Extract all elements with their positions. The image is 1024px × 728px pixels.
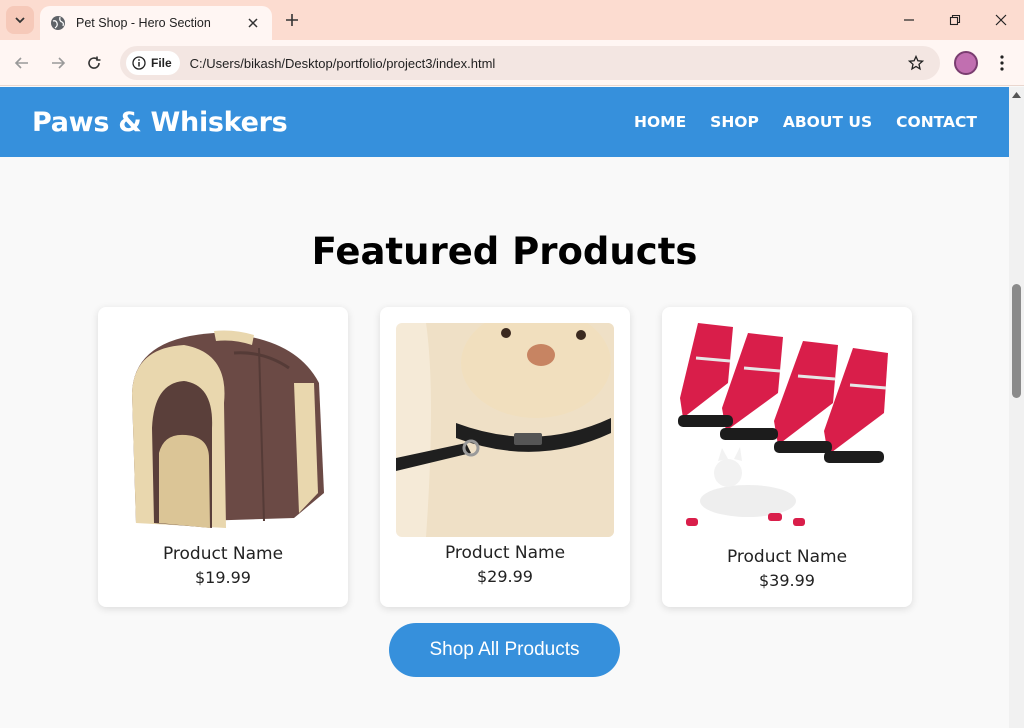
dog-collar-image <box>396 323 614 537</box>
product-name: Product Name <box>162 544 284 564</box>
site-nav: HOME SHOP ABOUT US CONTACT <box>634 113 977 131</box>
arrow-left-icon <box>14 57 28 69</box>
browser-toolbar: File C:/Users/bikash/Desktop/portfolio/p… <box>0 40 1024 86</box>
address-bar[interactable]: File C:/Users/bikash/Desktop/portfolio/p… <box>120 46 940 80</box>
url-text[interactable]: C:/Users/bikash/Desktop/portfolio/projec… <box>190 56 902 71</box>
nav-about-us[interactable]: ABOUT US <box>783 113 872 131</box>
product-name: Product Name <box>726 547 848 567</box>
site-header: Paws & Whiskers HOME SHOP ABOUT US CONTA… <box>0 87 1009 157</box>
tab-search-button[interactable] <box>6 6 34 34</box>
product-price: $29.99 <box>477 567 533 586</box>
product-card[interactable]: Product Name $29.99 <box>380 307 630 607</box>
browser-tab[interactable]: Pet Shop - Hero Section <box>40 6 272 40</box>
close-tab-icon[interactable] <box>244 14 262 32</box>
product-price: $39.99 <box>759 571 815 590</box>
restore-button[interactable] <box>932 6 978 34</box>
scrollbar[interactable] <box>1009 87 1024 728</box>
more-vertical-icon <box>1000 55 1004 71</box>
product-card[interactable]: Product Name $39.99 <box>662 307 912 607</box>
scroll-up-arrow-icon[interactable] <box>1012 92 1021 98</box>
nav-contact[interactable]: CONTACT <box>896 113 977 131</box>
tab-strip: Pet Shop - Hero Section <box>0 0 1024 40</box>
profile-avatar[interactable] <box>954 51 978 75</box>
site-chip-label: File <box>151 56 172 70</box>
globe-icon <box>51 16 65 30</box>
tab-title: Pet Shop - Hero Section <box>76 16 211 30</box>
site-logo[interactable]: Paws & Whiskers <box>32 107 288 138</box>
browser-menu-button[interactable] <box>990 51 1014 75</box>
minimize-icon <box>904 19 914 21</box>
site-info-chip[interactable]: File <box>126 51 180 75</box>
nav-home[interactable]: HOME <box>634 113 686 131</box>
section-title: Featured Products <box>311 230 698 273</box>
chevron-down-icon <box>15 17 25 24</box>
product-card[interactable]: Product Name $19.99 <box>98 307 348 607</box>
minimize-button[interactable] <box>886 6 932 34</box>
product-price: $19.99 <box>195 568 251 587</box>
arrow-right-icon <box>52 57 66 69</box>
bookmark-star-icon[interactable] <box>902 49 930 77</box>
nav-shop[interactable]: SHOP <box>710 113 759 131</box>
pet-house-image <box>114 323 332 537</box>
page-viewport: Paws & Whiskers HOME SHOP ABOUT US CONTA… <box>0 87 1009 728</box>
close-icon <box>995 14 1007 26</box>
reload-button[interactable] <box>80 49 108 77</box>
info-icon <box>132 56 146 70</box>
restore-icon <box>949 14 961 26</box>
product-name: Product Name <box>444 543 566 563</box>
back-button[interactable] <box>8 49 36 77</box>
scrollbar-thumb[interactable] <box>1012 284 1021 398</box>
forward-button[interactable] <box>44 49 72 77</box>
shop-all-products-button[interactable]: Shop All Products <box>389 623 620 677</box>
new-tab-button[interactable] <box>280 8 304 32</box>
dog-boots-image <box>678 323 896 537</box>
close-window-button[interactable] <box>978 6 1024 34</box>
reload-icon <box>88 56 101 69</box>
plus-icon <box>286 14 298 26</box>
